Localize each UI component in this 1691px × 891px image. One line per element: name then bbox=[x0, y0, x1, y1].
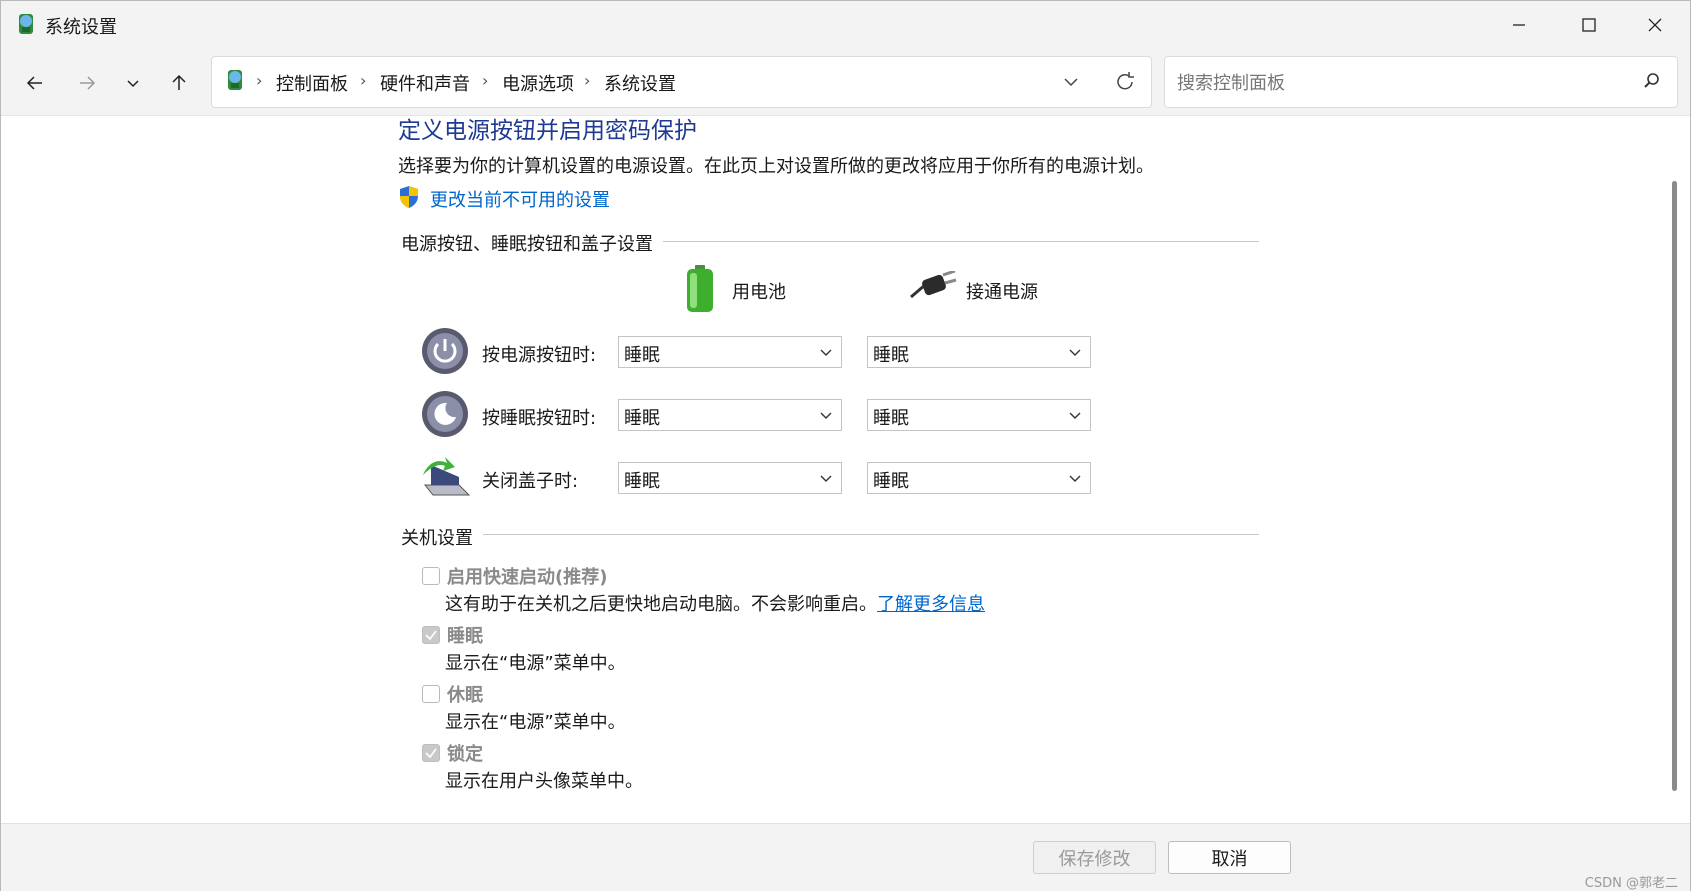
chevron-down-icon bbox=[1069, 475, 1081, 482]
control-panel-icon bbox=[222, 67, 248, 97]
hibernate-checkbox[interactable] bbox=[422, 685, 440, 703]
arrow-right-icon bbox=[80, 76, 96, 90]
breadcrumb-separator-icon: › bbox=[482, 71, 489, 90]
control-panel-app-icon bbox=[13, 11, 39, 41]
chevron-down-icon bbox=[1069, 349, 1081, 356]
power-button-icon bbox=[421, 327, 469, 379]
cancel-button[interactable]: 取消 bbox=[1168, 841, 1291, 874]
maximize-icon bbox=[1582, 18, 1596, 32]
fast-startup-label: 启用快速启动(推荐) bbox=[447, 567, 608, 588]
maximize-button[interactable] bbox=[1554, 1, 1624, 49]
selected-value: 睡眠 bbox=[873, 471, 909, 492]
shutdown-section-title: 关机设置 bbox=[401, 524, 483, 550]
address-history-button[interactable] bbox=[1062, 73, 1080, 95]
footer-bar: 保存修改 取消 CSDN @郭老二 bbox=[1, 823, 1690, 891]
chevron-down-icon bbox=[1069, 412, 1081, 419]
breadcrumb-hardware-sound[interactable]: 硬件和声音 bbox=[380, 70, 470, 96]
breadcrumb-system-settings[interactable]: 系统设置 bbox=[604, 70, 676, 96]
save-changes-button[interactable]: 保存修改 bbox=[1033, 841, 1156, 874]
sleep-checkbox[interactable] bbox=[422, 626, 440, 644]
laptop-lid-icon bbox=[419, 455, 471, 503]
address-bar[interactable]: › 控制面板 › 硬件和声音 › 电源选项 › 系统设置 bbox=[211, 56, 1152, 108]
power-button-label: 按电源按钮时: bbox=[482, 345, 597, 366]
arrow-left-icon bbox=[26, 76, 42, 90]
checkmark-icon bbox=[425, 748, 437, 759]
selected-value: 睡眠 bbox=[873, 408, 909, 429]
window-title: 系统设置 bbox=[45, 17, 117, 38]
back-button[interactable] bbox=[17, 65, 53, 101]
arrow-up-icon bbox=[172, 74, 186, 90]
scrollbar-thumb[interactable] bbox=[1672, 181, 1677, 791]
fast-startup-description: 这有助于在关机之后更快地启动电脑。不会影响重启。了解更多信息 bbox=[445, 594, 985, 615]
battery-column-label: 用电池 bbox=[732, 282, 786, 303]
power-section-title: 电源按钮、睡眠按钮和盖子设置 bbox=[401, 230, 663, 256]
vertical-scrollbar[interactable] bbox=[1669, 117, 1679, 817]
sleep-button-label: 按睡眠按钮时: bbox=[482, 408, 597, 429]
page-title: 定义电源按钮并启用密码保护 bbox=[398, 118, 697, 144]
search-input[interactable] bbox=[1175, 69, 1619, 97]
recent-locations-button[interactable] bbox=[115, 65, 151, 101]
sleep-button-plugged-select[interactable]: 睡眠 bbox=[867, 399, 1091, 431]
power-plug-icon bbox=[909, 269, 957, 307]
selected-value: 睡眠 bbox=[624, 408, 660, 429]
hibernate-label: 休眠 bbox=[447, 685, 483, 706]
refresh-button[interactable] bbox=[1114, 71, 1136, 97]
checkmark-icon bbox=[425, 630, 437, 641]
watermark-text: CSDN @郭老二 bbox=[1584, 876, 1678, 891]
forward-button[interactable] bbox=[69, 65, 105, 101]
title-bar: 系统设置 bbox=[1, 1, 1690, 49]
selected-value: 睡眠 bbox=[624, 345, 660, 366]
lid-close-battery-select[interactable]: 睡眠 bbox=[618, 462, 842, 494]
selected-value: 睡眠 bbox=[873, 345, 909, 366]
close-button[interactable] bbox=[1620, 1, 1690, 49]
power-button-plugged-select[interactable]: 睡眠 bbox=[867, 336, 1091, 368]
minimize-button[interactable] bbox=[1484, 1, 1554, 49]
breadcrumb-separator-icon: › bbox=[256, 71, 263, 90]
learn-more-link[interactable]: 了解更多信息 bbox=[877, 594, 985, 615]
minimize-icon bbox=[1513, 24, 1525, 26]
sleep-label: 睡眠 bbox=[447, 626, 483, 647]
section-divider bbox=[401, 534, 1259, 535]
navigation-bar: › 控制面板 › 硬件和声音 › 电源选项 › 系统设置 bbox=[1, 49, 1690, 116]
up-button[interactable] bbox=[161, 65, 197, 101]
breadcrumb-control-panel[interactable]: 控制面板 bbox=[276, 70, 348, 96]
sleep-description: 显示在“电源”菜单中。 bbox=[445, 653, 626, 674]
breadcrumb-separator-icon: › bbox=[584, 71, 591, 90]
fast-startup-checkbox[interactable] bbox=[422, 567, 440, 585]
chevron-down-icon bbox=[1064, 78, 1078, 87]
chevron-down-icon bbox=[820, 475, 832, 482]
uac-shield-icon bbox=[398, 185, 420, 213]
chevron-down-icon bbox=[820, 412, 832, 419]
lock-label: 锁定 bbox=[447, 744, 483, 765]
breadcrumb-power-options[interactable]: 电源选项 bbox=[502, 70, 574, 96]
search-icon[interactable] bbox=[1643, 72, 1661, 94]
power-button-battery-select[interactable]: 睡眠 bbox=[618, 336, 842, 368]
page-description: 选择要为你的计算机设置的电源设置。在此页上对设置所做的更改将应用于你所有的电源计… bbox=[398, 156, 1154, 177]
breadcrumb-separator-icon: › bbox=[360, 71, 367, 90]
battery-icon bbox=[685, 265, 715, 317]
sleep-button-icon bbox=[421, 390, 469, 442]
chevron-down-icon bbox=[127, 80, 139, 88]
sleep-button-battery-select[interactable]: 睡眠 bbox=[618, 399, 842, 431]
close-icon bbox=[1648, 18, 1662, 32]
change-unavailable-settings-link[interactable]: 更改当前不可用的设置 bbox=[430, 186, 610, 212]
chevron-down-icon bbox=[820, 349, 832, 356]
lid-close-label: 关闭盖子时: bbox=[482, 471, 579, 492]
lid-close-plugged-select[interactable]: 睡眠 bbox=[867, 462, 1091, 494]
hibernate-description: 显示在“电源”菜单中。 bbox=[445, 712, 626, 733]
lock-checkbox[interactable] bbox=[422, 744, 440, 762]
plugged-column-label: 接通电源 bbox=[966, 282, 1038, 303]
lock-description: 显示在用户头像菜单中。 bbox=[445, 771, 643, 792]
system-settings-window: 系统设置 › 控制面板 › 硬件和声音 › 电源选项 › 系统设置 搜索控制面板… bbox=[0, 0, 1691, 891]
search-box[interactable] bbox=[1164, 56, 1678, 108]
refresh-icon bbox=[1117, 72, 1134, 90]
selected-value: 睡眠 bbox=[624, 471, 660, 492]
